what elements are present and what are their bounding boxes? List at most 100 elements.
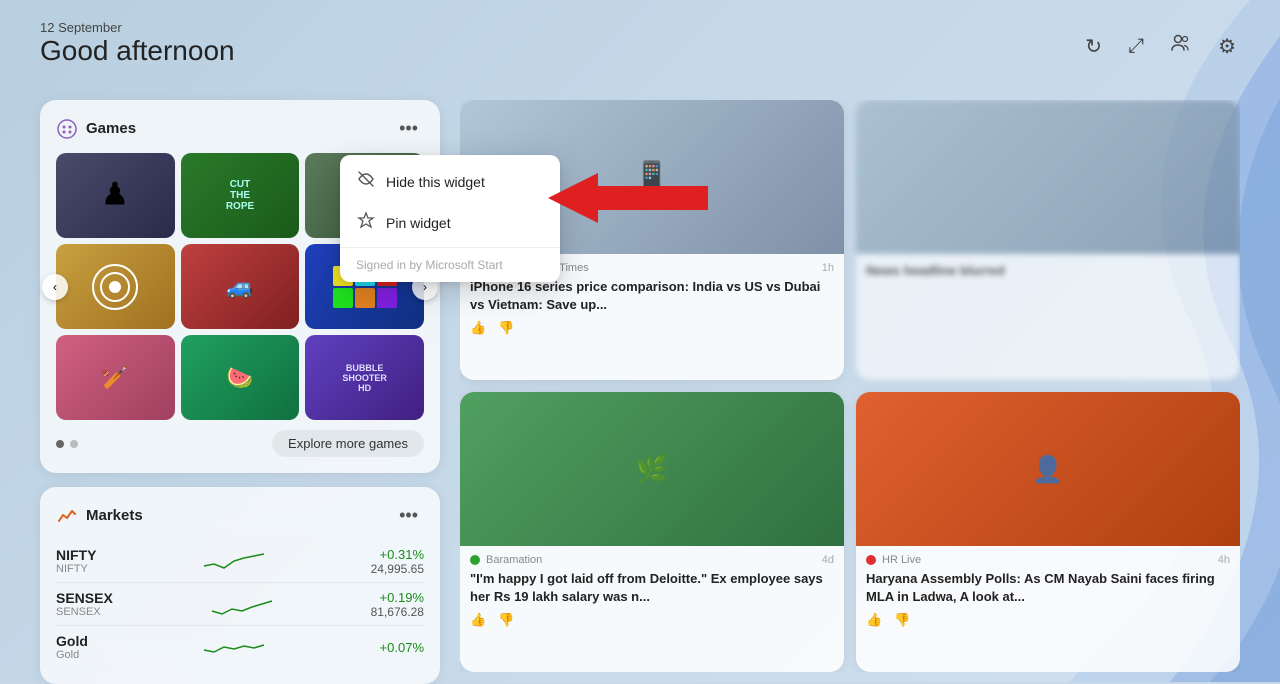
markets-widget-header: Markets ••• — [56, 503, 424, 528]
svg-text:🏏: 🏏 — [102, 365, 129, 390]
sensex-change: +0.19% — [371, 590, 424, 605]
expand-button[interactable]: ⤢ — [1124, 31, 1148, 62]
context-menu: Hide this widget Pin widget Signed in by… — [340, 155, 560, 282]
explore-games-button[interactable]: Explore more games — [272, 430, 424, 457]
context-menu-footer: Signed in by Microsoft Start — [340, 252, 560, 276]
gold-ticker: Gold — [56, 633, 88, 649]
game-thumb-bubble[interactable]: BUBBLESHOOTERHD — [305, 335, 424, 420]
news-source-dot-3 — [866, 555, 876, 565]
context-menu-divider — [340, 247, 560, 248]
markets-widget-title: Markets — [86, 507, 143, 524]
markets-icon — [56, 505, 78, 527]
news-source-dot-2 — [470, 555, 480, 565]
news-card-blurred-image — [856, 100, 1240, 254]
context-menu-footer-text: Signed in by Microsoft Start — [356, 258, 503, 272]
people-icon — [1170, 37, 1192, 59]
header-icons: ↻ ⤢ ⚙ — [1081, 28, 1240, 64]
people-button[interactable] — [1166, 28, 1196, 64]
news-headline-2: "I'm happy I got laid off from Deloitte.… — [470, 570, 834, 606]
pin-widget-icon — [356, 211, 376, 234]
header-left: 12 September Good afternoon — [40, 20, 235, 67]
expand-icon: ⤢ — [1128, 35, 1144, 57]
news-headline-1: iPhone 16 series price comparison: India… — [470, 278, 834, 314]
nifty-sparkline — [204, 546, 264, 576]
news-card-blurred-headline: News headline blurred — [866, 262, 1230, 280]
news-actions-3: 👍 👎 — [866, 612, 1230, 628]
settings-button[interactable]: ⚙ — [1214, 30, 1240, 63]
game-thumb-cricket[interactable]: 🏏 — [56, 335, 175, 420]
main-layout: Games ••• ‹ ♟ CUTTHEROPE 🚗 — [40, 100, 1240, 672]
nifty-price: 24,995.65 — [371, 562, 424, 576]
game-thumb-fruit[interactable]: 🍉 — [181, 335, 300, 420]
news-card-layoff-body: Baramation 4d "I'm happy I got laid off … — [460, 546, 844, 636]
svg-text:🚙: 🚙 — [226, 274, 253, 300]
games-widget-header: Games ••• — [56, 116, 424, 141]
sensex-price: 81,676.28 — [371, 605, 424, 619]
game-thumb-cut-rope[interactable]: CUTTHEROPE — [181, 153, 300, 238]
news-like-icon-3: 👍 — [866, 612, 882, 628]
news-card-haryana-body: HR Live 4h Haryana Assembly Polls: As CM… — [856, 546, 1240, 636]
news-card-layoff-image: 🌿 — [460, 392, 844, 546]
nifty-ticker: NIFTY — [56, 547, 96, 563]
news-source-name-3: HR Live — [882, 554, 921, 566]
news-like-icon-2: 👍 — [470, 612, 486, 628]
news-card-haryana[interactable]: 👤 HR Live 4h Haryana Assembly Polls: As … — [856, 392, 1240, 672]
right-panel: 📱 The Economic Times 1h iPhone 16 series… — [460, 100, 1240, 672]
markets-menu-dots-icon: ••• — [399, 505, 418, 525]
news-card-blurred-body: News headline blurred — [856, 254, 1240, 288]
hide-widget-label: Hide this widget — [386, 174, 485, 190]
game-thumb-monster[interactable]: 🚙 — [181, 244, 300, 329]
games-widget-title: Games — [86, 120, 136, 137]
sensex-ticker: SENSEX — [56, 590, 113, 606]
dot-2 — [70, 440, 78, 448]
markets-title-row: Markets — [56, 505, 143, 527]
sensex-sub: SENSEX — [56, 606, 113, 618]
games-menu-dots-icon: ••• — [399, 118, 418, 138]
header-greeting: Good afternoon — [40, 35, 235, 67]
news-card-blurred[interactable]: News headline blurred — [856, 100, 1240, 380]
refresh-button[interactable]: ↻ — [1081, 30, 1106, 63]
game-thumb-archery[interactable] — [56, 244, 175, 329]
news-time-1: 1h — [822, 262, 834, 274]
market-row-sensex: SENSEX SENSEX +0.19% 81,676.28 — [56, 583, 424, 626]
markets-widget: Markets ••• NIFTY NIFTY +0 — [40, 487, 440, 684]
games-footer: Explore more games — [56, 430, 424, 457]
sensex-sparkline — [212, 589, 272, 619]
games-icon — [56, 118, 78, 140]
news-dislike-icon-3: 👎 — [894, 612, 910, 628]
markets-menu-button[interactable]: ••• — [393, 503, 424, 528]
dot-1 — [56, 440, 64, 448]
gold-change: +0.07% — [380, 640, 424, 655]
game-thumb-chess[interactable]: ♟ — [56, 153, 175, 238]
market-rows: NIFTY NIFTY +0.31% 24,995.65 SENSEX — [56, 540, 424, 668]
market-row-nifty: NIFTY NIFTY +0.31% 24,995.65 — [56, 540, 424, 583]
news-dislike-icon-2: 👎 — [498, 612, 514, 628]
games-menu-button[interactable]: ••• — [393, 116, 424, 141]
nifty-sub: NIFTY — [56, 563, 96, 575]
news-card-layoff[interactable]: 🌿 Baramation 4d "I'm happy I got laid of… — [460, 392, 844, 672]
pin-widget-label: Pin widget — [386, 215, 451, 231]
header-date: 12 September — [40, 20, 235, 35]
svg-text:♟: ♟ — [102, 178, 129, 211]
hide-widget-menu-item[interactable]: Hide this widget — [340, 161, 560, 202]
carousel-prev-button[interactable]: ‹ — [42, 274, 68, 300]
news-dislike-icon-1: 👎 — [498, 320, 514, 336]
pin-widget-menu-item[interactable]: Pin widget — [340, 202, 560, 243]
gold-sub: Gold — [56, 649, 88, 661]
nifty-change: +0.31% — [371, 547, 424, 562]
news-source-name-2: Baramation — [486, 554, 542, 566]
news-time-2: 4d — [822, 554, 834, 566]
news-like-icon-1: 👍 — [470, 320, 486, 336]
news-actions-2: 👍 👎 — [470, 612, 834, 628]
settings-icon: ⚙ — [1218, 36, 1236, 58]
news-card-haryana-image: 👤 — [856, 392, 1240, 546]
games-title-row: Games — [56, 118, 136, 140]
news-headline-3: Haryana Assembly Polls: As CM Nayab Sain… — [866, 570, 1230, 606]
news-time-3: 4h — [1218, 554, 1230, 566]
news-actions-1: 👍 👎 — [470, 320, 834, 336]
svg-text:🍉: 🍉 — [226, 365, 253, 390]
header: 12 September Good afternoon ↻ ⤢ ⚙ — [40, 20, 1240, 67]
gold-sparkline — [204, 632, 264, 662]
dot-indicators — [56, 440, 78, 448]
hide-widget-icon — [356, 170, 376, 193]
